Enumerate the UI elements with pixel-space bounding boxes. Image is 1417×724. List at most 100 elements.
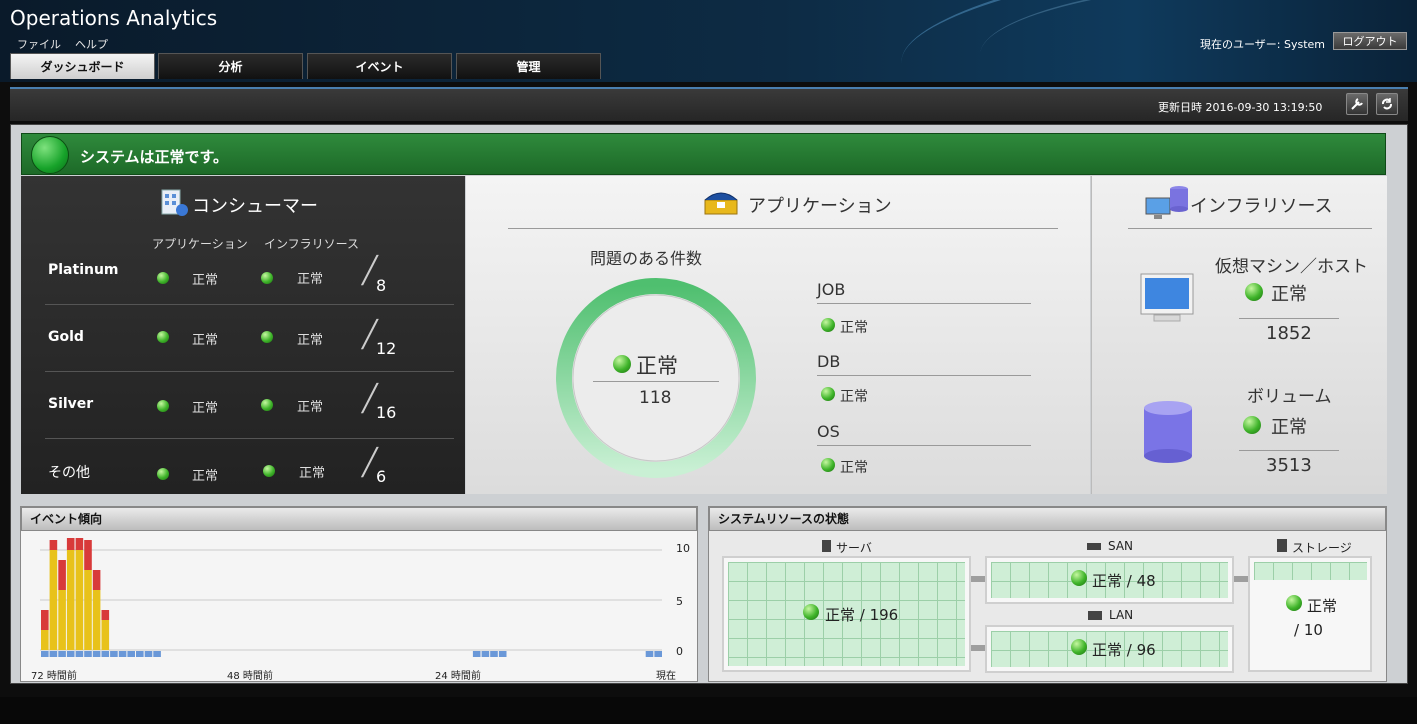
ok-status-icon [157,272,169,284]
app-item-name[interactable]: DB [817,352,840,371]
chart-bar[interactable] [101,620,110,650]
chart-bar[interactable] [127,651,135,657]
volume-label[interactable]: ボリューム [1247,382,1332,407]
ok-status-icon [263,465,275,477]
server-status: 正常 / 196 [825,606,899,624]
ring-status: 正常 [636,354,678,378]
lan-icon [1088,611,1102,620]
consumer-panel [21,176,465,494]
tab-admin[interactable]: 管理 [456,53,601,79]
app-item-name[interactable]: JOB [817,280,845,299]
lan-status: 正常 / 96 [1092,641,1156,659]
chart-bar[interactable] [41,651,49,657]
consumer-row-name[interactable]: Gold [48,329,84,345]
chart-bar[interactable] [84,570,92,650]
chart-bar[interactable] [84,540,92,570]
ok-status-icon [261,272,273,284]
row-divider [45,304,454,305]
consumer-count[interactable]: 8 [376,276,386,295]
chart-bar[interactable] [66,538,75,550]
ok-status-icon [821,318,835,332]
wrench-icon [1351,98,1363,110]
ok-status-icon [157,468,169,480]
tab-dashboard[interactable]: ダッシュボード [10,53,155,79]
chart-bar[interactable] [58,560,66,590]
san-icon [1087,543,1101,550]
chart-bar[interactable] [136,651,144,657]
chart-bar[interactable] [92,590,101,650]
chart-bar[interactable] [84,651,92,657]
chart-bar[interactable] [144,651,153,657]
chart-bar[interactable] [498,651,507,657]
consumer-row-name[interactable]: Silver [48,396,93,412]
chart-bar[interactable] [92,570,101,590]
settings-button[interactable] [1346,93,1368,115]
consumer-infra-status: 正常 [297,333,324,348]
item-divider [817,445,1031,446]
ok-status-icon [261,399,273,411]
chart-bar[interactable] [66,550,75,650]
chart-bar[interactable] [118,651,127,657]
x-tick-label: 24 時間前 [435,671,481,682]
logout-button[interactable]: ログアウト [1333,32,1407,50]
chart-bar[interactable] [153,651,161,657]
application-package-icon [704,192,738,215]
ok-status-icon [157,400,169,412]
consumer-infra-status: 正常 [297,272,324,287]
chart-bar[interactable] [75,538,84,550]
ok-status-icon [1245,283,1263,301]
chart-bar[interactable] [66,651,75,657]
chart-bar[interactable] [481,651,490,657]
chart-bar[interactable] [101,610,110,620]
menu-help[interactable]: ヘルプ [75,36,108,52]
chart-bar[interactable] [110,651,118,657]
app-title: Operations Analytics [10,6,218,30]
app-item-name[interactable]: OS [817,422,840,441]
vm-divider [1239,318,1339,319]
event-trend-chart[interactable] [40,538,662,662]
chart-bar[interactable] [49,651,58,657]
ring-divider [593,381,719,382]
chart-bar[interactable] [654,651,662,657]
vm-host-count[interactable]: 1852 [1266,323,1312,344]
consumer-app-status: 正常 [192,273,219,288]
vm-host-label[interactable]: 仮想マシン／ホスト [1215,252,1368,277]
ok-status-icon [1071,570,1087,586]
consumer-infra-status: 正常 [297,400,324,415]
volume-count[interactable]: 3513 [1266,455,1312,476]
chart-bar[interactable] [49,540,58,550]
chart-bar[interactable] [101,651,110,657]
consumer-app-status: 正常 [192,469,219,484]
monitor-icon [1140,273,1194,322]
row-divider [45,371,454,372]
chart-bar[interactable] [472,651,481,657]
ok-status-icon [1071,639,1087,655]
consumer-count[interactable]: 12 [376,339,396,358]
chart-bar[interactable] [645,651,654,657]
ok-status-icon [1243,416,1261,434]
chart-bar[interactable] [49,550,58,650]
consumer-count[interactable]: 16 [376,403,396,422]
ok-status-icon [261,331,273,343]
refresh-button[interactable] [1376,93,1398,115]
chart-bar[interactable] [58,590,66,650]
chart-bar[interactable] [41,630,49,650]
y-tick-label: 10 [676,542,690,555]
tab-analysis[interactable]: 分析 [158,53,303,79]
consumer-row-name[interactable]: Platinum [48,262,119,278]
lan-label: LAN [1109,608,1134,622]
chart-bar[interactable] [92,651,101,657]
ring-count[interactable]: 118 [639,388,671,408]
consumer-row-name[interactable]: その他 [48,462,90,482]
current-user-label: 現在のユーザー: System [1200,38,1326,51]
consumer-infra-status: 正常 [299,466,326,481]
menu-file[interactable]: ファイル [17,36,61,52]
chart-bar[interactable] [490,651,498,657]
tab-events[interactable]: イベント [307,53,452,79]
chart-bar[interactable] [75,651,84,657]
consumer-count[interactable]: 6 [376,467,386,486]
system-status-text: システムは正常です。 [80,148,229,166]
chart-bar[interactable] [58,651,66,657]
chart-bar[interactable] [41,610,49,630]
chart-bar[interactable] [75,550,84,650]
